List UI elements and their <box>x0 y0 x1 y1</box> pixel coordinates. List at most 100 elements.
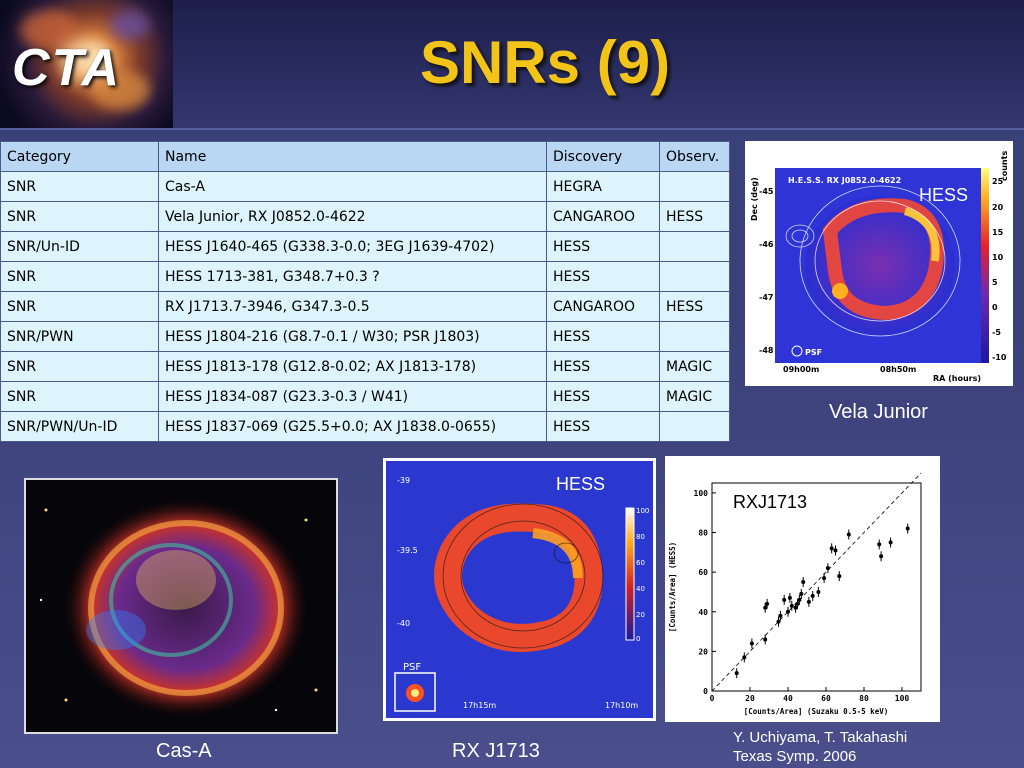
cell-observ: MAGIC <box>659 381 730 412</box>
data-point <box>782 594 787 605</box>
rx-colorbar-tick: 100 <box>636 507 649 515</box>
data-point <box>905 523 910 534</box>
vela-colorbar-tick: 25 <box>992 177 1004 186</box>
table-row: SNR Vela Junior, RX J0852.0-4622 CANGARO… <box>0 201 730 232</box>
vela-y-tick: -47 <box>759 293 773 302</box>
data-point <box>763 634 768 645</box>
header-name: Name <box>158 141 547 172</box>
credit: Y. Uchiyama, T. Takahashi Texas Symp. 20… <box>733 728 907 766</box>
cell-observ <box>659 321 730 352</box>
table-row: SNR Cas-A HEGRA <box>0 171 730 202</box>
data-point <box>837 571 842 582</box>
cell-category: SNR/PWN/Un-ID <box>0 411 159 442</box>
cell-discovery: HESS <box>546 321 660 352</box>
table-row: SNR/PWN HESS J1804-216 (G8.7-0.1 / W30; … <box>0 321 730 352</box>
cell-discovery: HESS <box>546 411 660 442</box>
data-point <box>825 563 830 574</box>
cta-logo: CTA <box>0 0 173 128</box>
y-tick-label: 20 <box>698 647 708 656</box>
cell-name: HESS J1813-178 (G12.8-0.02; AX J1813-178… <box>158 351 547 382</box>
rx-y-tick: -39 <box>397 476 410 485</box>
cas-a-caption: Cas-A <box>156 740 212 762</box>
x-tick-label: 40 <box>783 694 793 703</box>
vela-hess-label: HESS <box>919 185 968 205</box>
cell-discovery: CANGAROO <box>546 291 660 322</box>
data-point <box>846 529 851 540</box>
vela-junior-image: H.E.S.S. RX J0852.0-4622 HESS PSF Dec (d… <box>745 141 1013 386</box>
data-point <box>822 573 827 584</box>
data-point <box>833 545 838 556</box>
cell-name: HESS J1834-087 (G23.3-0.3 / W41) <box>158 381 547 412</box>
rx-y-tick: -39.5 <box>397 546 418 555</box>
vela-colorbar-tick: 10 <box>992 253 1004 262</box>
cell-name: HESS J1837-069 (G25.5+0.0; AX J1838.0-06… <box>158 411 547 442</box>
y-tick-label: 80 <box>698 529 708 538</box>
vela-colorbar-tick: 0 <box>992 303 998 312</box>
vela-colorbar-tick: 15 <box>992 228 1004 237</box>
header-discovery: Discovery <box>546 141 660 172</box>
table-row: SNR HESS J1834-087 (G23.3-0.3 / W41) HES… <box>0 381 730 412</box>
y-tick-label: 40 <box>698 608 708 617</box>
data-point <box>879 551 884 562</box>
vela-colorbar-tick: 20 <box>992 203 1004 212</box>
rxj1713-scatter-plot: 0 20 40 60 80 100 0 20 40 60 80 100 RXJ1713 [Count… <box>665 456 940 722</box>
cell-discovery: HESS <box>546 351 660 382</box>
snr-table: Category Name Discovery Observ. SNR Cas-… <box>0 141 730 442</box>
scatter-source-label: RXJ1713 <box>733 492 807 512</box>
credit-authors: Y. Uchiyama, T. Takahashi <box>733 729 908 746</box>
logo-text: CTA <box>12 39 122 97</box>
vela-colorbar-tick: 5 <box>992 278 998 287</box>
cell-observ: MAGIC <box>659 351 730 382</box>
table-row: SNR HESS 1713-381, G348.7+0.3 ? HESS <box>0 261 730 292</box>
slide-title: SNRs (9) <box>420 29 671 96</box>
rx-colorbar-tick: 40 <box>636 585 645 593</box>
rx-colorbar-tick: 20 <box>636 611 645 619</box>
vela-psf-label: PSF <box>805 348 822 357</box>
table-row: SNR HESS J1813-178 (G12.8-0.02; AX J1813… <box>0 351 730 382</box>
cas-a-picture <box>26 480 336 732</box>
data-point <box>786 606 790 617</box>
rx-y-tick: -40 <box>397 619 410 628</box>
cell-category: SNR <box>0 381 159 412</box>
cell-category: SNR/Un-ID <box>0 231 159 262</box>
vela-junior-map: H.E.S.S. RX J0852.0-4622 HESS PSF Dec (d… <box>750 151 1009 383</box>
scatter-x-axis-label: [Counts/Area] (Suzaku 0.5-5 keV) <box>744 707 889 716</box>
table-row: SNR/Un-ID HESS J1640-465 (G338.3-0.0; 3E… <box>0 231 730 262</box>
header-observ: Observ. <box>659 141 730 172</box>
x-tick-label: 80 <box>859 694 869 703</box>
y-tick-label: 100 <box>694 489 709 498</box>
x-tick-label: 20 <box>745 694 755 703</box>
cell-name: Cas-A <box>158 171 547 202</box>
vela-y-tick: -46 <box>759 240 774 249</box>
rx-x-tick: 17h15m <box>463 701 496 710</box>
cell-name: HESS J1640-465 (G338.3-0.0; 3EG J1639-47… <box>158 231 547 262</box>
cell-name: HESS 1713-381, G348.7+0.3 ? <box>158 261 547 292</box>
table-row: SNR/PWN/Un-ID HESS J1837-069 (G25.5+0.0;… <box>0 411 730 442</box>
rx-x-tick: 17h10m <box>605 701 638 710</box>
cell-discovery: CANGAROO <box>546 201 660 232</box>
vela-x-tick: 09h00m <box>783 365 819 374</box>
cell-discovery: HEGRA <box>546 171 660 202</box>
table-row: SNR RX J1713.7-3946, G347.3-0.5 CANGAROO… <box>0 291 730 322</box>
vela-junior-caption: Vela Junior <box>829 401 928 423</box>
vela-y-tick: -48 <box>759 346 774 355</box>
vela-plot-title: H.E.S.S. RX J0852.0-4622 <box>788 176 901 185</box>
table-header-row: Category Name Discovery Observ. <box>0 141 730 172</box>
vela-x-tick: 08h50m <box>880 365 916 374</box>
data-point <box>877 539 882 550</box>
cas-a-image <box>24 478 338 734</box>
x-tick-label: 60 <box>821 694 831 703</box>
cell-name: HESS J1804-216 (G8.7-0.1 / W30; PSR J180… <box>158 321 547 352</box>
vela-y-tick: -45 <box>759 187 774 196</box>
scatter-frame <box>711 482 922 692</box>
cell-category: SNR <box>0 351 159 382</box>
cell-observ <box>659 231 730 262</box>
cell-discovery: HESS <box>546 381 660 412</box>
y-tick-label: 0 <box>703 687 708 696</box>
rx-j1713-map: HESS PSF -39 -39.5 -40 17h15m 17h10m 100… <box>386 461 653 718</box>
cell-observ <box>659 171 730 202</box>
vela-x-axis-label: RA (hours) <box>933 374 981 383</box>
rx-j1713-caption: RX J1713 <box>452 740 540 762</box>
scatter-chart: 0 20 40 60 80 100 0 20 40 60 80 100 RXJ1713 [Count… <box>668 472 922 716</box>
vela-colorbar-tick: -10 <box>992 353 1007 362</box>
